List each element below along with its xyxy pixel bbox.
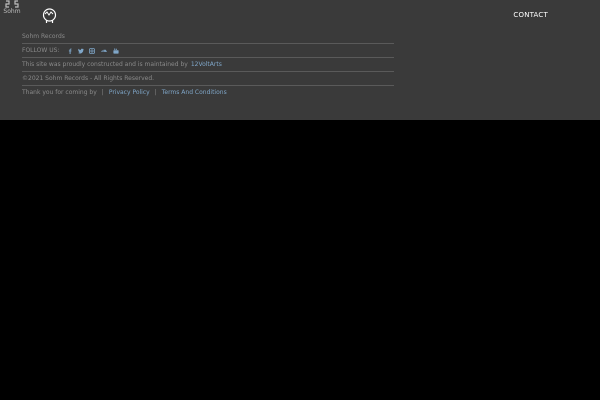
- footer-constructed-row: This site was proudly constructed and is…: [22, 58, 394, 72]
- footer-site-name-row: Sohm Records: [22, 30, 394, 44]
- footer-site-name: Sohm Records: [22, 32, 65, 40]
- footer-panel: Sohm CONTACT Sohm Records FOLLOW US: Thi…: [0, 0, 600, 120]
- footer-follow-row: FOLLOW US:: [22, 44, 394, 58]
- separator: |: [101, 88, 104, 96]
- social-icons: [67, 47, 120, 54]
- soundcloud-icon[interactable]: [100, 48, 108, 54]
- footer-copyright-row: ©2021 Sohm Records - All Rights Reserved…: [22, 72, 394, 86]
- facebook-icon[interactable]: [67, 48, 73, 54]
- copyright-text: ©2021 Sohm Records - All Rights Reserved…: [22, 74, 155, 82]
- twitter-icon[interactable]: [78, 48, 85, 54]
- thanks-text: Thank you for coming by: [22, 88, 97, 96]
- constructed-by-link[interactable]: 12VoltArts: [191, 59, 222, 71]
- separator: |: [154, 88, 157, 96]
- corner-logo[interactable]: Sohm: [2, 0, 22, 16]
- instagram-icon[interactable]: [89, 47, 96, 54]
- follow-label: FOLLOW US:: [22, 46, 60, 54]
- constructed-text: This site was proudly constructed and is…: [22, 60, 188, 68]
- footer-content: Sohm Records FOLLOW US: This site was pr…: [22, 30, 394, 99]
- corner-logo-text: Sohm: [3, 8, 21, 15]
- privacy-policy-link[interactable]: Privacy Policy: [109, 87, 150, 99]
- youtube-icon[interactable]: [113, 47, 120, 54]
- terms-and-conditions-link[interactable]: Terms And Conditions: [162, 87, 227, 99]
- page: Sohm CONTACT Sohm Records FOLLOW US: Thi…: [0, 0, 600, 400]
- sohm-badge-logo-icon[interactable]: [41, 7, 58, 24]
- footer-links-row: Thank you for coming by | Privacy Policy…: [22, 86, 394, 99]
- nav-contact-link[interactable]: CONTACT: [513, 11, 548, 19]
